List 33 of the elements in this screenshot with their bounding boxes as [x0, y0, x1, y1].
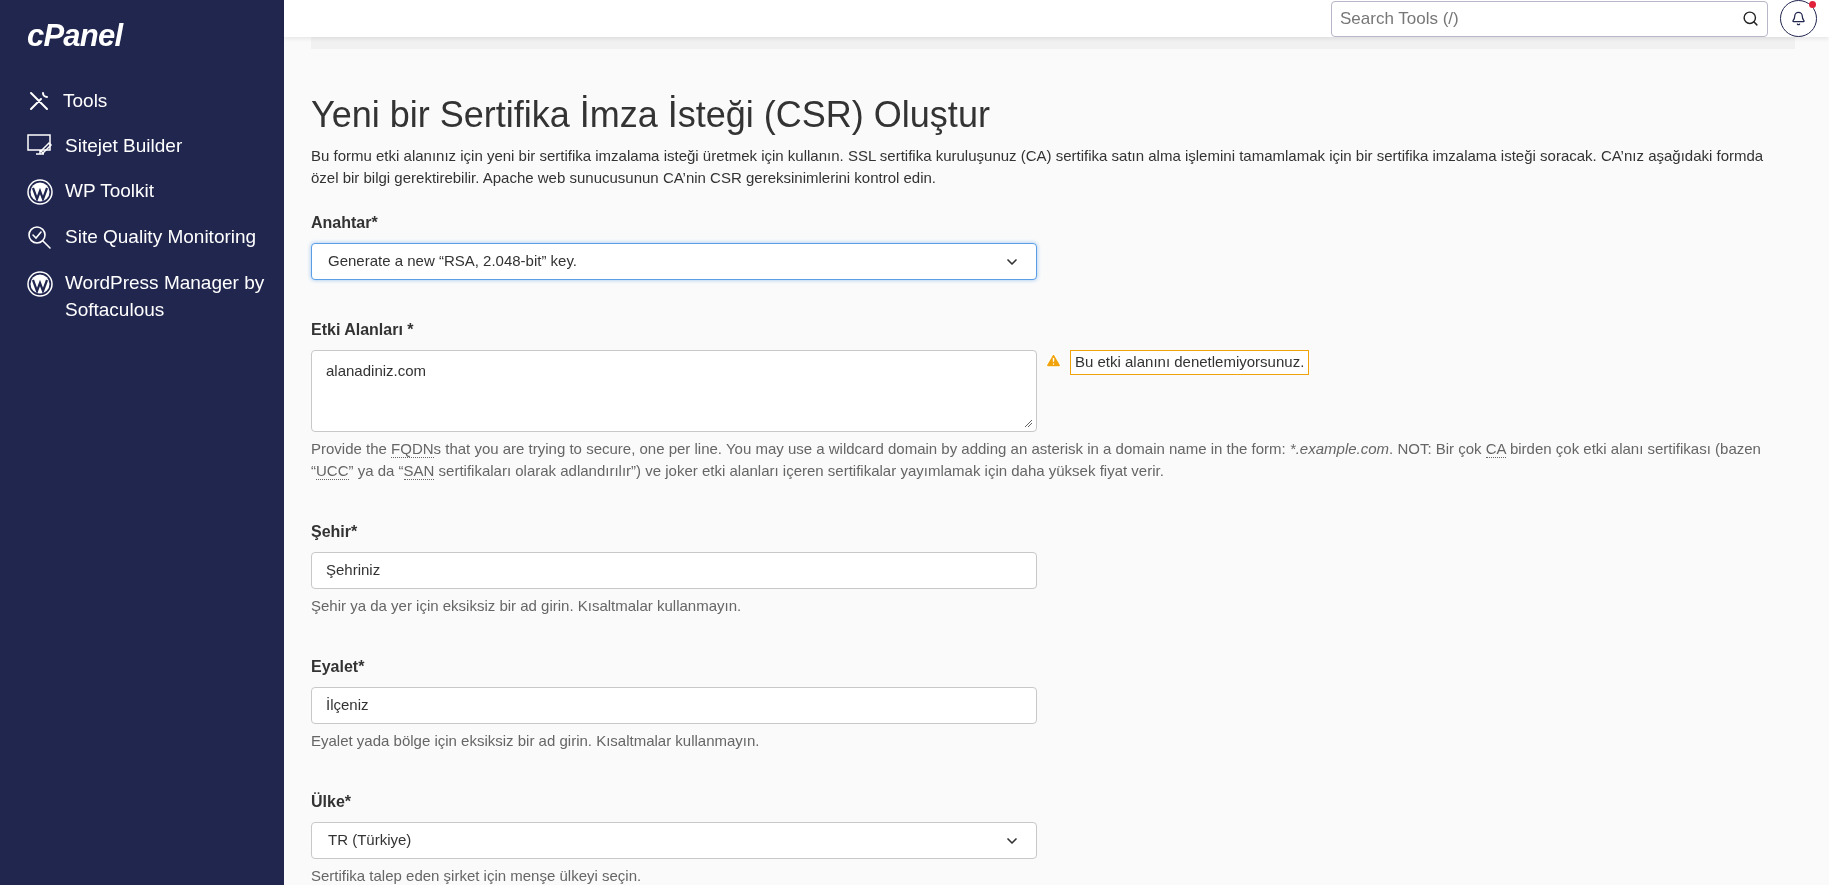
tools-icon — [27, 89, 51, 113]
sidebar-item[interactable]: Tools — [0, 87, 284, 114]
sidebar-item[interactable]: Site Quality Monitoring — [0, 223, 284, 251]
bell-icon — [1791, 11, 1806, 26]
select-field[interactable]: TR (Türkiye) — [311, 822, 1037, 859]
wordpress-icon — [27, 271, 53, 297]
field-label: Etki Alanları * — [311, 320, 415, 340]
field-label: Anahtar* — [311, 213, 379, 233]
field-label: Eyalet* — [311, 657, 366, 677]
warning-message: Bu etki alanını denetlemiyorsunuz. — [1070, 350, 1310, 375]
field-label: Ülke* — [311, 791, 353, 812]
sidebar-item[interactable]: WP Toolkit — [0, 177, 284, 205]
logo[interactable]: cPanel — [27, 20, 284, 51]
sidebar-item[interactable]: Sitejet Builder — [0, 132, 284, 159]
warning-icon — [1045, 352, 1062, 369]
search-field[interactable]: Search Tools (/) — [1331, 0, 1768, 37]
textarea-field[interactable]: alanadiniz.com — [311, 350, 1037, 432]
page-description: Bu formu etki alanınız için yeni bir sertifika imzalama isteği üretmek için kullanın. SSL sertifika kuruluşunuz (CA) sertifika satın alma işlemini tamamlamak için bir sertifika imzalama isteği soracak. CA’nız aşağıdaki formda özel bir bilgi gerektirebilir. Apache web sunucusunun CA’nin CSR gereksinimlerini kontrol edin. — [311, 146, 1765, 188]
search-icon — [1742, 10, 1759, 27]
help-text: Şehir ya da yer için eksiksiz bir ad girin. Kısaltmalar kullanmayın. — [311, 596, 743, 616]
select-field[interactable]: Generate a new “RSA, 2.048-bit” key. — [311, 243, 1037, 280]
sidebar-item[interactable]: WordPress Manager by Softaculous — [0, 269, 284, 323]
resize-handle-icon — [1024, 419, 1032, 427]
text-field[interactable]: İlçeniz — [311, 687, 1037, 724]
text-field[interactable]: Şehriniz — [311, 552, 1037, 589]
help-text: Provide the FQDNs that you are trying to secure, one per line. You may use a wildcard domain by adding an asterisk in a domain name in the form: *.example.com. NOT: Bir çok CA birden çok etki alanı sertifikası (bazen “UCC” ya da “SAN sertifikaları olarak adlandırılır”) ve joker etki alanları içeren sertifikalar yayımlamak için daha yüksek fiyat verir. — [311, 439, 1762, 482]
field-label: Şehir* — [311, 522, 359, 542]
help-text: Eyalet yada bölge için eksiksiz bir ad girin. Kısaltmalar kullanmayın. — [311, 731, 761, 751]
page-title: Yeni bir Sertifika İmza İsteği (CSR) Oluştur — [311, 93, 991, 137]
magnifier-check-icon — [27, 225, 53, 251]
wordpress-icon — [27, 179, 53, 205]
help-text: Sertifika talep eden şirket için menşe ülkeyi seçin. — [311, 866, 643, 885]
monitor-pen-icon — [27, 134, 53, 158]
